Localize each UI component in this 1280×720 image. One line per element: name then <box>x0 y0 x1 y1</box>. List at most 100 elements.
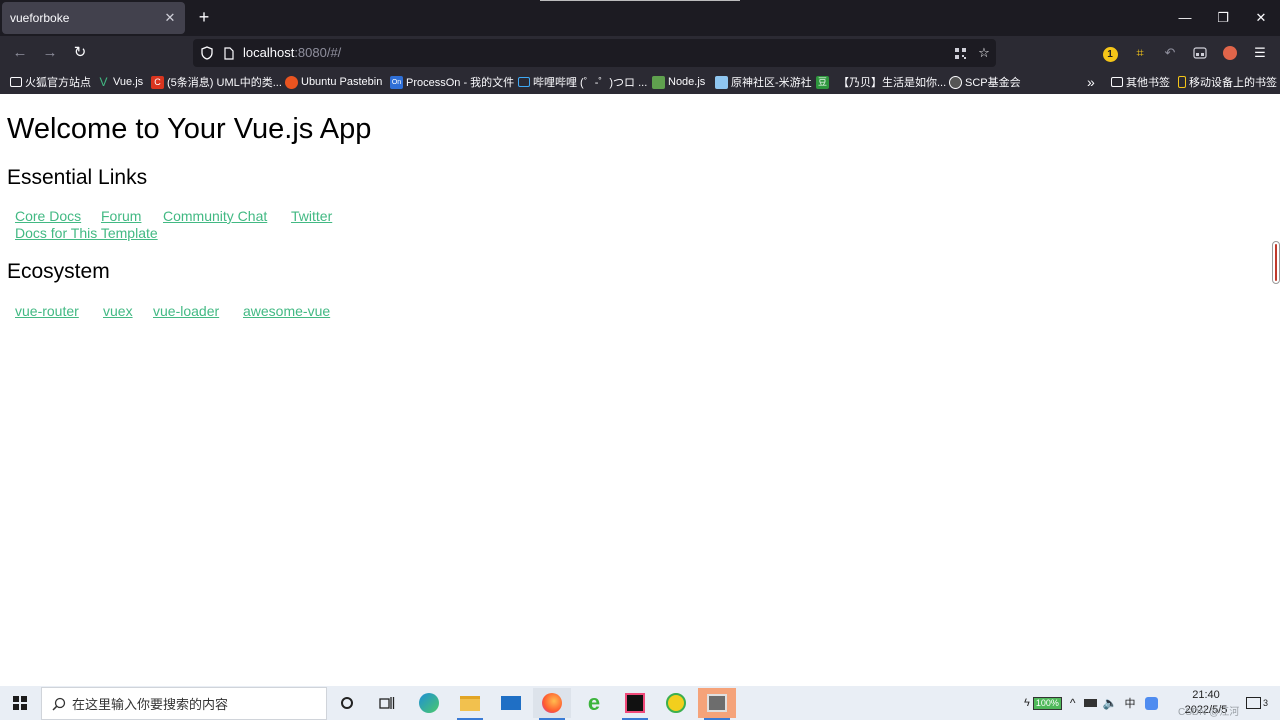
battery-icon[interactable] <box>1083 699 1097 707</box>
bookmark-label: 原神社区-米游社 <box>731 77 812 89</box>
clock-time: 21:40 <box>1192 689 1220 701</box>
taskbar-app-firefox[interactable] <box>533 688 571 720</box>
mobile-bookmarks-folder[interactable]: 移动设备上的书签 <box>1178 70 1277 94</box>
url-text[interactable]: localhost:8080/#/ <box>243 39 341 67</box>
taskbar-app-mail[interactable] <box>492 688 530 718</box>
bookmark-label: ProcessOn - 我的文件 <box>406 77 515 89</box>
search-placeholder: 在这里输入你要搜索的内容 <box>72 697 229 712</box>
bookmarks-overflow-icon[interactable]: » <box>1087 70 1095 94</box>
start-button[interactable] <box>0 686 40 720</box>
restore-button[interactable]: ❐ <box>1204 0 1242 36</box>
bookmark-item[interactable]: 豆 <box>816 70 832 94</box>
firefox-icon <box>542 693 562 713</box>
link-vue-loader[interactable]: vue-loader <box>153 303 219 319</box>
link-vue-router[interactable]: vue-router <box>15 303 79 319</box>
volume-icon[interactable]: 🔈 <box>1103 696 1118 710</box>
close-tab-icon[interactable]: ✕ <box>163 10 177 26</box>
nodejs-icon <box>652 75 665 89</box>
scrollbar-thumb[interactable] <box>1272 241 1280 284</box>
taskbar-app-edge[interactable] <box>410 688 448 718</box>
notification-center-button[interactable]: 3 <box>1246 686 1268 720</box>
loading-indicator <box>540 0 740 1</box>
essential-links-heading: Essential Links <box>7 166 148 189</box>
bookmark-item[interactable]: 火狐官方站点 <box>10 70 91 94</box>
bookmark-star-icon[interactable]: ☆ <box>972 39 996 67</box>
bookmark-item[interactable]: Ubuntu Pastebin <box>285 70 382 94</box>
back-button[interactable]: ← <box>8 42 32 64</box>
bookmark-label: SCP基金会 <box>965 77 1021 89</box>
menu-icon[interactable]: ☰ <box>1249 42 1271 64</box>
ubuntu-icon <box>285 75 298 89</box>
bookmark-item[interactable]: V Vue.js <box>97 70 143 94</box>
tab-strip: vueforboke ✕ + — ❐ ✕ <box>0 0 1280 36</box>
reader-view-icon[interactable] <box>1189 42 1211 64</box>
browser-tab[interactable]: vueforboke ✕ <box>2 2 185 34</box>
phone-icon <box>1178 76 1186 88</box>
chevron-up-icon[interactable]: ^ <box>1070 696 1076 710</box>
link-vuex[interactable]: vuex <box>103 303 133 319</box>
page-info-icon[interactable] <box>217 39 241 67</box>
ecosystem-heading: Ecosystem <box>7 260 110 283</box>
bookmark-item[interactable]: 原神社区-米游社 <box>715 70 812 94</box>
link-core-docs[interactable]: Core Docs <box>15 208 81 224</box>
bookmark-item[interactable]: SCP基金会 <box>949 70 1021 94</box>
avatar-extension-icon[interactable] <box>1219 42 1241 64</box>
qr-code-icon[interactable] <box>948 39 972 67</box>
charging-icon: ϟ <box>1024 697 1030 709</box>
intellij-icon <box>625 693 645 713</box>
link-forum[interactable]: Forum <box>101 208 141 224</box>
close-window-button[interactable]: ✕ <box>1242 0 1280 36</box>
taskbar-app-media[interactable] <box>657 688 695 718</box>
reload-button[interactable]: ↻ <box>68 42 92 64</box>
folder-icon <box>1111 77 1123 87</box>
page-content: Welcome to Your Vue.js App Essential Lin… <box>0 94 1280 686</box>
battery-indicator[interactable]: 100% <box>1032 696 1062 710</box>
taskbar-app-screenshot[interactable] <box>698 688 736 720</box>
navigation-toolbar: ← → ↻ localhost:8080/#/ ☆ 1 ⌗ ↶ ☰ <box>0 36 1280 70</box>
crop-extension-icon[interactable]: ⌗ <box>1129 42 1151 64</box>
processon-icon: On <box>390 75 403 89</box>
minimize-button[interactable]: — <box>1166 0 1204 36</box>
mail-icon <box>501 696 521 710</box>
url-host: localhost <box>243 45 295 60</box>
page-title: Welcome to Your Vue.js App <box>7 113 372 145</box>
douban-icon: 豆 <box>816 75 829 89</box>
forward-button[interactable]: → <box>38 42 62 64</box>
task-view-icon <box>379 697 395 709</box>
bookmark-item[interactable]: 【乃贝】生活是如你... <box>838 70 946 94</box>
windows-taskbar: 在这里输入你要搜索的内容 e ϟ 100% ^ 🔈 中 21:40 2022/5… <box>0 686 1280 720</box>
bookmark-item[interactable]: On ProcessOn - 我的文件 <box>390 70 514 94</box>
taskbar-search-box[interactable]: 在这里输入你要搜索的内容 <box>41 687 327 720</box>
bookmarks-toolbar: 火狐官方站点 V Vue.js C (5条消息) UML中的类... Ubuntu … <box>0 70 1280 94</box>
shield-icon[interactable] <box>195 39 219 67</box>
bookmark-label: 哔哩哔哩 (゜-゜)つロ ... <box>533 77 648 89</box>
bookmark-item[interactable]: 哔哩哔哩 (゜-゜)つロ ... <box>518 70 647 94</box>
link-twitter[interactable]: Twitter <box>291 208 332 224</box>
ime-indicator[interactable]: 中 <box>1124 695 1135 711</box>
link-community-chat[interactable]: Community Chat <box>163 208 267 224</box>
input-method-icon[interactable] <box>1145 696 1159 710</box>
link-docs-template[interactable]: Docs for This Template <box>15 225 158 241</box>
bookmark-item[interactable]: C (5条消息) UML中的类... <box>151 70 282 94</box>
other-bookmarks-folder[interactable]: 其他书签 <box>1111 70 1170 94</box>
address-bar[interactable]: localhost:8080/#/ ☆ <box>193 39 996 67</box>
taskbar-app-explorer[interactable] <box>451 688 489 720</box>
notification-icon <box>1246 697 1261 709</box>
extension-badge-icon[interactable]: 1 <box>1099 42 1121 64</box>
bilibili-icon <box>518 77 530 87</box>
system-tray: ϟ 100% ^ 🔈 中 <box>1024 686 1159 720</box>
bookmark-label: Node.js <box>668 76 706 88</box>
link-awesome-vue[interactable]: awesome-vue <box>243 303 330 319</box>
taskbar-app-intellij[interactable] <box>616 688 654 720</box>
bookmark-item[interactable]: Node.js <box>652 70 705 94</box>
new-tab-button[interactable]: + <box>194 7 214 27</box>
undo-icon[interactable]: ↶ <box>1159 42 1181 64</box>
tab-title: vueforboke <box>10 11 70 25</box>
watermark-text: CSDN @江河 <box>1178 707 1240 718</box>
bookmark-label: Ubuntu Pastebin <box>301 76 383 88</box>
search-icon <box>52 697 66 711</box>
taskbar-app-ie[interactable]: e <box>575 688 613 718</box>
bookmark-label: (5条消息) UML中的类... <box>167 77 282 89</box>
cortana-button[interactable] <box>328 688 366 718</box>
task-view-button[interactable] <box>368 688 406 718</box>
